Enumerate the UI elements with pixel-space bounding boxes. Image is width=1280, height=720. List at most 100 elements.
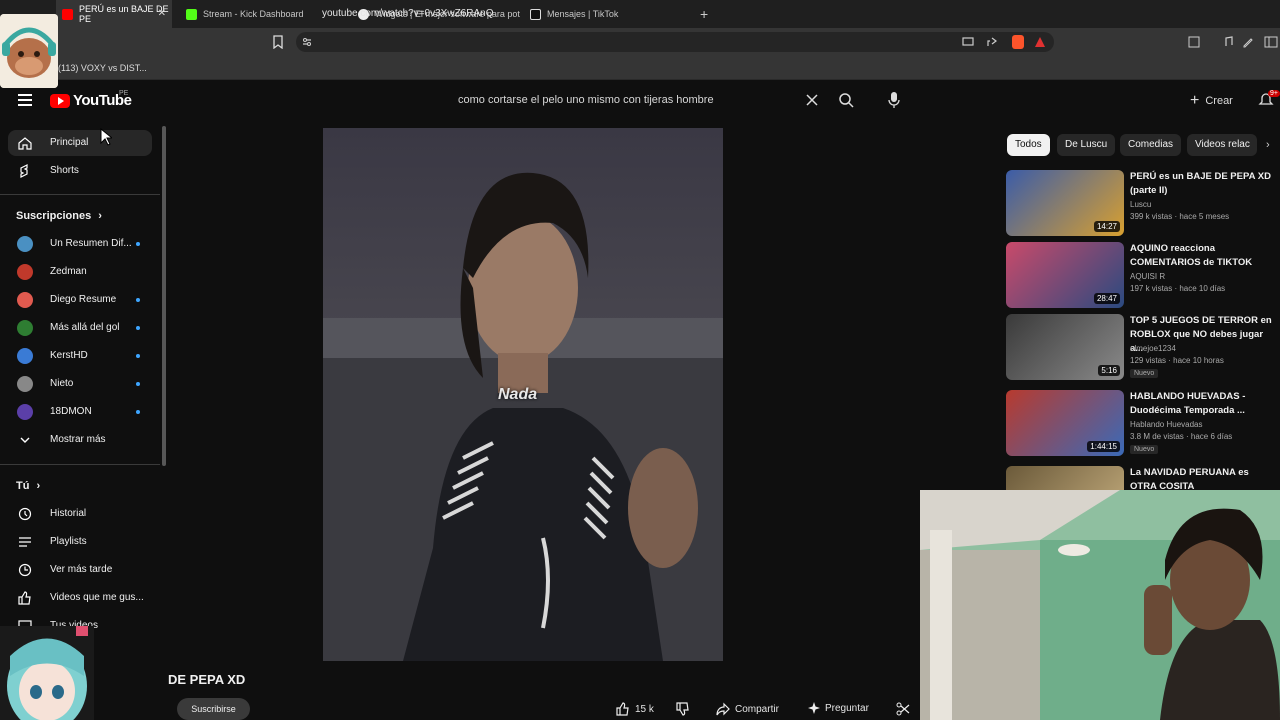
clear-search-icon[interactable]	[806, 94, 818, 106]
create-button[interactable]: + Crear	[1190, 92, 1233, 110]
chip-comedias[interactable]: Comedias	[1120, 134, 1182, 156]
video-meta: 399 k vistas · hace 5 meses	[1130, 212, 1230, 221]
brave-shield-icon[interactable]	[1012, 35, 1024, 49]
share-icon[interactable]	[986, 36, 998, 48]
video-thumbnail[interactable]: 14:27	[1006, 170, 1124, 236]
chevron-right-icon: ›	[98, 210, 102, 222]
thumbs-down-icon	[676, 702, 689, 716]
bookmarks-bar: (113) VOXY vs DIST...	[0, 56, 1280, 80]
search-icon[interactable]	[838, 92, 854, 108]
thumbs-up-icon	[18, 591, 31, 605]
video-title[interactable]: La NAVIDAD PERUANA es OTRA COSITA	[1130, 466, 1276, 490]
video-thumbnail[interactable]: 5:16	[1006, 314, 1124, 380]
ask-button[interactable]: Preguntar	[808, 702, 869, 714]
sidebar-item-label: Un Resumen Dif...	[50, 238, 132, 249]
youtube-play-icon	[50, 93, 70, 108]
sidebar-item-label: Historial	[50, 508, 87, 519]
share-arrow-icon	[716, 702, 730, 716]
channel-avatar	[17, 404, 33, 420]
subscribe-button[interactable]: Suscribirse	[177, 698, 250, 720]
channel-name[interactable]: Hablando Huevadas	[1130, 420, 1203, 429]
sidebar-item-subscription[interactable]: 18DMON	[8, 399, 152, 425]
sidebar-item-subscription[interactable]: KerstHD	[8, 343, 152, 369]
tab-tiktok[interactable]: Mensajes | TikTok	[524, 0, 692, 28]
sidebar-item-label: Más allá del gol	[50, 322, 120, 333]
recommended-video[interactable]: 28:47 AQUINO reacciona COMENTARIOS de TI…	[1006, 242, 1280, 310]
search-input[interactable]: como cortarse el pelo uno mismo con tije…	[458, 94, 714, 106]
sidebar-item-principal[interactable]: Principal	[8, 130, 152, 156]
sidebar-item-historial[interactable]: Historial	[8, 501, 152, 527]
sidebar-toggle-icon[interactable]	[1264, 36, 1278, 48]
channel-name[interactable]: elmejoe1234	[1130, 344, 1176, 353]
playlists-icon	[19, 537, 31, 547]
dislike-button[interactable]	[676, 702, 690, 716]
sidebar-item-playlists[interactable]: Playlists	[8, 529, 152, 555]
recommended-video[interactable]: 5:16 TOP 5 JUEGOS DE TERROR en ROBLOX qu…	[1006, 314, 1280, 382]
tab-label: Stream - Kick Dashboard	[203, 9, 304, 19]
channel-name[interactable]: AQUISI R	[1130, 272, 1165, 281]
sidebar-item-subscription[interactable]: Un Resumen Dif...	[8, 231, 152, 257]
chip-todos[interactable]: Todos	[1007, 134, 1050, 156]
close-icon[interactable]: ✕	[158, 8, 166, 19]
anime-avatar-image	[0, 626, 94, 720]
channel-avatar	[17, 292, 33, 308]
video-title: DE PEPA XD	[168, 672, 246, 687]
bookmark-item[interactable]: (113) VOXY vs DIST...	[58, 63, 147, 73]
capybara-avatar-image	[0, 14, 58, 88]
video-title[interactable]: AQUINO reacciona COMENTARIOS de TIKTOK	[1130, 242, 1276, 270]
plus-icon: +	[1190, 92, 1200, 109]
sidebar-item-show-more[interactable]: Mostrar más	[8, 427, 152, 453]
recommended-video[interactable]: 14:27 PERÚ es un BAJE DE PEPA XD (parte …	[1006, 170, 1280, 238]
sidebar-item-subscription[interactable]: Más allá del gol	[8, 315, 152, 341]
video-thumbnail[interactable]	[1006, 466, 1124, 490]
mouse-cursor-icon	[100, 128, 112, 146]
sidebar-item-subscription[interactable]: Diego Resume	[8, 287, 152, 313]
sidebar-item-subscription[interactable]: Zedman	[8, 259, 152, 285]
sidebar-item-shorts[interactable]: Shorts	[8, 158, 152, 184]
video-duration: 28:47	[1093, 293, 1120, 304]
subscriptions-heading[interactable]: Suscripciones ›	[16, 210, 102, 222]
webcam-feed-image	[920, 490, 1280, 720]
video-title[interactable]: HABLANDO HUEVADAS - Duodécima Temporada …	[1130, 390, 1276, 418]
sidebar-item-label: 18DMON	[50, 406, 92, 417]
video-thumbnail[interactable]: 28:47	[1006, 242, 1124, 308]
recommended-video[interactable]: La NAVIDAD PERUANA es OTRA COSITA	[1006, 466, 1280, 490]
you-heading[interactable]: Tú ›	[16, 480, 40, 492]
url-field[interactable]	[296, 32, 1054, 52]
brave-rewards-icon[interactable]	[1034, 36, 1046, 48]
extensions-icon[interactable]	[1188, 36, 1200, 48]
music-icon[interactable]	[1222, 36, 1234, 48]
recommended-video[interactable]: 1:44:15 HABLANDO HUEVADAS - Duodécima Te…	[1006, 390, 1280, 458]
channel-avatar	[17, 264, 33, 280]
video-meta: 3.8 M de vistas · hace 6 días	[1130, 432, 1233, 441]
like-button[interactable]: 15 k	[616, 702, 654, 716]
sidebar-item-watch-later[interactable]: Ver más tarde	[8, 557, 152, 583]
chip-videos-relacionados[interactable]: Videos relac	[1187, 134, 1257, 156]
site-settings-icon[interactable]	[302, 37, 312, 47]
channel-name[interactable]: Luscu	[1130, 200, 1151, 209]
share-button[interactable]: Compartir	[716, 702, 779, 716]
video-meta: 197 k vistas · hace 10 días	[1130, 284, 1226, 293]
video-duration: 14:27	[1093, 221, 1120, 232]
video-title[interactable]: PERÚ es un BAJE DE PEPA XD (parte II)	[1130, 170, 1276, 198]
edit-icon[interactable]	[1242, 36, 1254, 48]
url-text[interactable]: youtube.com/watch?v=0v3XwZ6RAnQ	[322, 8, 493, 19]
tab-youtube[interactable]: PERÚ es un BAJE DE PE ✕	[56, 0, 172, 28]
sidebar-item-liked-videos[interactable]: Videos que me gus...	[8, 585, 152, 611]
microphone-icon[interactable]	[887, 91, 901, 109]
create-label: Crear	[1205, 95, 1233, 107]
cast-icon[interactable]	[962, 36, 974, 48]
divider	[0, 464, 160, 465]
new-content-dot	[136, 326, 140, 330]
menu-icon[interactable]	[18, 94, 32, 106]
video-thumbnail[interactable]: 1:44:15	[1006, 390, 1124, 456]
bookmark-icon[interactable]	[272, 35, 284, 49]
sidebar-item-label: Videos que me gus...	[50, 592, 144, 603]
sidebar-item-subscription[interactable]: Nieto	[8, 371, 152, 397]
new-tab-button[interactable]: +	[700, 6, 708, 22]
sidebar-scrollbar[interactable]	[162, 126, 166, 466]
chevron-right-icon[interactable]: ›	[1266, 139, 1270, 151]
clip-button[interactable]	[896, 702, 910, 716]
chip-de-luscu[interactable]: De Luscu	[1057, 134, 1116, 156]
video-duration: 5:16	[1098, 365, 1120, 376]
